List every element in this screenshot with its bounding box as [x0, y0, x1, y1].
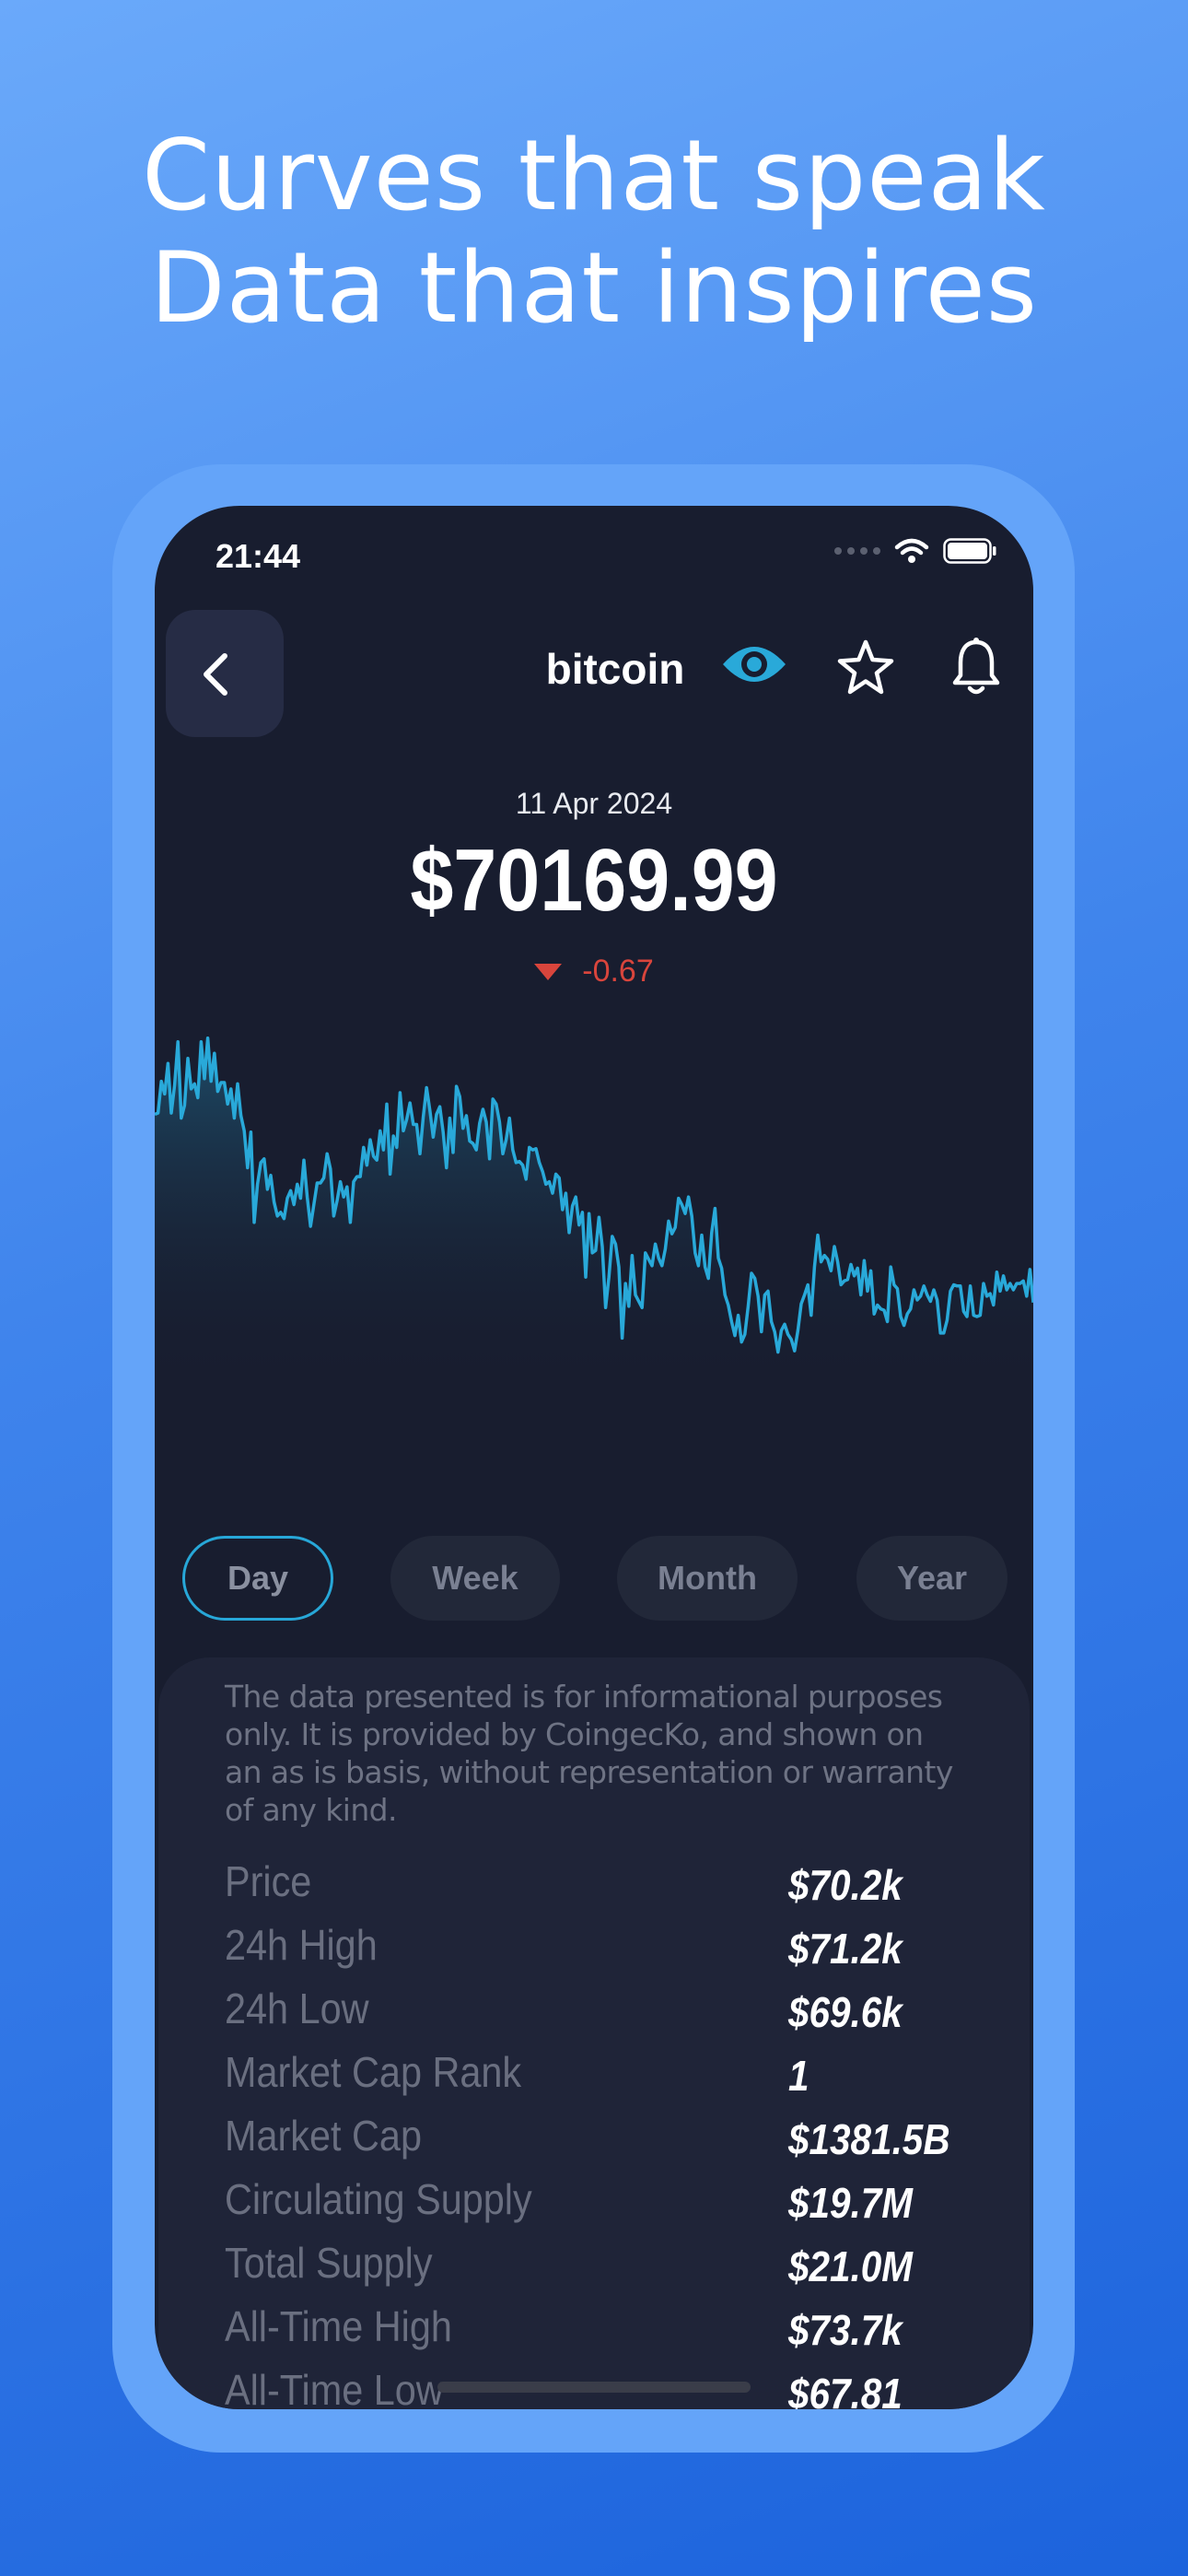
stat-label: Circulating Supply — [225, 2175, 532, 2223]
stat-value: $1381.5B — [788, 2115, 950, 2163]
alert-button[interactable] — [950, 637, 1002, 702]
status-time: 21:44 — [215, 537, 301, 575]
phone-screen: 21:44 bitcoin 11 Apr 2024 $70169.99 -0.6… — [155, 506, 1033, 2409]
stat-row: Total Supply $21.0M — [225, 2238, 1017, 2301]
headline: Curves that speak Data that inspires — [0, 120, 1188, 345]
range-tab-week[interactable]: Week — [390, 1536, 560, 1621]
battery-icon — [943, 538, 996, 564]
stat-label: Total Supply — [225, 2239, 433, 2287]
back-button[interactable] — [166, 610, 284, 737]
stat-row: Circulating Supply $19.7M — [225, 2174, 1017, 2238]
headline-line-1: Curves that speak — [142, 119, 1046, 232]
eye-icon — [723, 647, 786, 682]
bell-icon — [952, 638, 1000, 695]
stat-row: Market Cap Rank 1 — [225, 2047, 1017, 2111]
watch-button[interactable] — [720, 642, 788, 691]
headline-line-2: Data that inspires — [149, 231, 1039, 345]
stat-value: $70.2k — [788, 1861, 903, 1909]
range-tab-day[interactable]: Day — [182, 1536, 333, 1621]
price-date: 11 Apr 2024 — [515, 787, 673, 820]
stat-row: 24h Low $69.6k — [225, 1984, 1017, 2047]
stat-label: 24h Low — [225, 1985, 369, 2032]
range-tab-month[interactable]: Month — [617, 1536, 798, 1621]
stat-value: $21.0M — [788, 2242, 914, 2290]
current-price: $70169.99 — [410, 831, 778, 930]
disclaimer-text: The data presented is for informational … — [225, 1679, 953, 1828]
stat-row: 24h High $71.2k — [225, 1920, 1017, 1984]
wifi-icon — [894, 538, 929, 563]
stat-value: $69.6k — [788, 1988, 903, 2036]
stat-label: All-Time High — [225, 2302, 452, 2350]
favorite-button[interactable] — [836, 638, 895, 700]
coin-title: bitcoin — [545, 645, 685, 693]
stat-row: Market Cap $1381.5B — [225, 2111, 1017, 2174]
stat-value: $19.7M — [788, 2179, 914, 2227]
price-chart[interactable] — [155, 1022, 1033, 1390]
status-icons — [834, 537, 996, 565]
stats-list: Price $70.2k 24h High $71.2k 24h Low $69.6k Ma… — [225, 1856, 1017, 2409]
stat-value: $73.7k — [788, 2306, 903, 2354]
stat-label: Market Cap Rank — [225, 2048, 522, 2096]
price-change-value: -0.67 — [582, 954, 654, 989]
stat-value: $71.2k — [788, 1925, 903, 1973]
home-indicator[interactable] — [437, 2382, 751, 2393]
price-chart-area — [155, 1037, 1033, 1390]
stat-row: Price $70.2k — [225, 1856, 1017, 1920]
price-change: -0.67 — [155, 954, 1033, 989]
stat-value: 1 — [788, 2052, 809, 2100]
range-tab-year[interactable]: Year — [856, 1536, 1007, 1621]
stat-value: $67.81 — [788, 2370, 903, 2409]
star-icon — [837, 639, 894, 695]
stat-label: 24h High — [225, 1921, 378, 1969]
stat-row: All-Time High $73.7k — [225, 2301, 1017, 2365]
down-triangle-icon — [534, 963, 563, 980]
chevron-left-icon — [204, 653, 227, 696]
stat-label: All-Time Low — [225, 2366, 444, 2409]
stat-label: Price — [225, 1857, 312, 1905]
signal-icon — [834, 547, 880, 555]
time-range-selector: Day Week Month Year — [155, 1536, 1033, 1621]
stat-label: Market Cap — [225, 2112, 422, 2160]
